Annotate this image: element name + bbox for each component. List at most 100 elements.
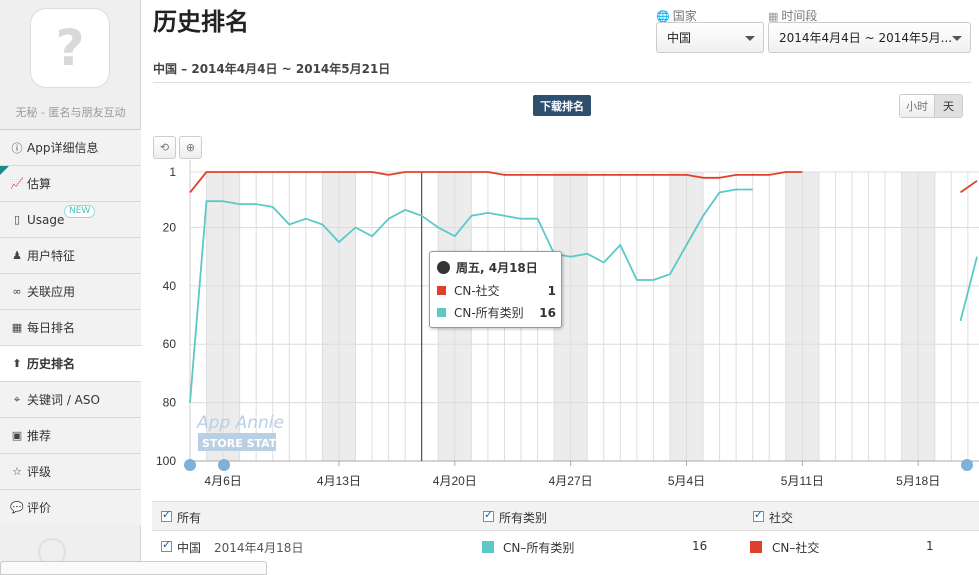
series-line-0 [189, 171, 803, 193]
sidebar-item-comment[interactable]: 💬 评价 [0, 489, 141, 525]
star-icon: ☆ [12, 465, 22, 478]
tooltip-series-value: 16 [539, 305, 556, 320]
sidebar-item-arrow-up[interactable]: ⬆ 历史排名 [0, 345, 151, 381]
sidebar-item-keyword[interactable]: ⌖ 关键词 / ASO [0, 381, 141, 417]
sidebar-item-calendar[interactable]: ▦ 每日排名 [0, 309, 141, 345]
sidebar-item-label: 关键词 / ASO [27, 393, 100, 407]
x-axis: 4月6日 4月13日 4月20日 4月27日 5月4日 5月11日 5月18日 [204, 461, 940, 488]
tooltip-swatch [437, 308, 446, 317]
legend-header-all: 所有 [177, 511, 202, 525]
arrow-up-icon: ⬆ [12, 357, 22, 370]
header-divider [153, 82, 971, 83]
social-swatch [750, 541, 762, 553]
x-tick-label: 5月4日 [668, 474, 705, 488]
sidebar-item-label: 评级 [27, 465, 52, 479]
zoom-in-icon[interactable]: ⊕ [179, 136, 202, 159]
legend-row-all-categories-name: CN–所有类别 [503, 541, 575, 555]
keyword-icon: ⌖ [13, 392, 21, 406]
sidebar-item-label: 关联应用 [27, 285, 76, 299]
sidebar: ? 无秘 - 匿名与朋友互动 ⓘ App详细信息 📈 估算 ▯ Usage NEW ♟ 用户特征… [0, 0, 151, 575]
chart-tooltip: 周五, 4月18日 CN-社交 1 CN-所有类别 16 [429, 251, 562, 328]
chevron-down-icon [952, 36, 962, 41]
page-subtitle: 中国 – 2014年4月4日 ~ 2014年5月21日 [153, 62, 391, 76]
globe-icon [437, 261, 450, 274]
undo-icon[interactable]: ⟲ [153, 136, 176, 159]
tooltip-row-all: CN-所有类别 16 [437, 304, 556, 321]
granularity-day-button[interactable]: 天 [934, 95, 962, 117]
info-icon: ⓘ [11, 141, 23, 155]
annotation-marker-icon [218, 459, 230, 471]
select-all-checkbox[interactable] [161, 508, 172, 522]
granularity-hour-button[interactable]: 小时 [900, 95, 934, 117]
featured-icon: ▣ [11, 429, 23, 442]
app-icon[interactable]: ? [30, 8, 110, 88]
app-name: 无秘 - 匿名与朋友互动 [15, 106, 126, 119]
legend-row-country: 中国 [177, 541, 202, 555]
sidebar-item-person[interactable]: ♟ 用户特征 [0, 237, 141, 273]
person-icon: ♟ [12, 249, 22, 262]
tooltip-series-value: 1 [547, 283, 556, 298]
legend-row-date: 2014年4月18日 [214, 541, 304, 555]
x-tick-label: 4月13日 [317, 474, 361, 488]
legend-header-all-categories: 所有类别 [499, 511, 548, 525]
sidebar-nav: ⓘ App详细信息 📈 估算 ▯ Usage NEW ♟ 用户特征 ∞ 关联应用 ▦ 每日排名 ⬆ 历史排名… [0, 129, 151, 525]
tooltip-swatch [437, 286, 446, 295]
x-tick-label: 5月11日 [781, 474, 824, 488]
page-title: 历史排名 [153, 8, 249, 36]
sidebar-item-label: 推荐 [27, 429, 52, 443]
link-icon: ∞ [12, 285, 22, 298]
ranking-chart[interactable]: 1 20 40 60 80 100 4月6日 4月13日 4月20日 4月27日 5月4日 5月11… [152, 160, 979, 495]
legend-row-all-categories-value: 16 [692, 539, 708, 553]
sidebar-item-info[interactable]: ⓘ App详细信息 [0, 129, 141, 165]
x-tick-label: 4月27日 [549, 474, 593, 488]
x-tick-label: 4月6日 [204, 474, 241, 488]
sidebar-item-label: 历史排名 [27, 357, 76, 371]
y-tick-label: 60 [163, 337, 177, 351]
social-checkbox[interactable] [753, 508, 764, 522]
legend-header-social: 社交 [769, 511, 794, 525]
comment-icon: 💬 [10, 501, 24, 514]
x-tick-label: 4月20日 [433, 474, 477, 488]
chart-line-icon: 📈 [10, 177, 24, 190]
country-row-checkbox[interactable] [161, 538, 172, 552]
country-select[interactable]: 中国 [656, 22, 764, 53]
y-tick-label: 40 [163, 279, 177, 293]
app-root: ? 无秘 - 匿名与朋友互动 ⓘ App详细信息 📈 估算 ▯ Usage NEW ♟ 用户特征… [0, 0, 979, 575]
watermark-line1: App Annie [196, 413, 284, 433]
series-line-0 [959, 180, 978, 194]
sidebar-item-label: 评价 [27, 501, 52, 515]
country-label-text: 国家 [672, 9, 697, 23]
sidebar-item-label: 用户特征 [27, 249, 76, 263]
legend-table: 所有 所有类别 社交 中国 2014年4月18日 CN–所有类别 16 CN–社… [152, 501, 979, 563]
sidebar-item-label: 估算 [27, 177, 52, 191]
annotation-marker-icon [961, 459, 973, 471]
granularity-toggle: 小时 天 [899, 94, 963, 118]
tooltip-series-name: CN-所有类别 [454, 306, 524, 320]
tooltip-series-name: CN-社交 [454, 284, 500, 298]
sidebar-item-phone-usage[interactable]: ▯ Usage NEW [0, 201, 141, 237]
chevron-down-icon [745, 36, 755, 41]
all-categories-checkbox[interactable] [483, 508, 494, 522]
y-tick-label: 1 [169, 165, 176, 179]
legend-row-social-value: 1 [926, 539, 934, 553]
annotation-marker-icon [184, 459, 196, 471]
tooltip-date: 周五, 4月18日 [437, 259, 538, 276]
y-tick-label: 80 [163, 396, 177, 410]
period-select-value: 2014年4月4日 ~ 2014年5月... [779, 31, 953, 45]
series-line-1 [959, 256, 978, 322]
tooltip-row-social: CN-社交 1 [437, 282, 556, 299]
period-select[interactable]: 2014年4月4日 ~ 2014年5月... [768, 22, 971, 53]
sidebar-item-star[interactable]: ☆ 评级 [0, 453, 141, 489]
sidebar-item-label: App详细信息 [27, 141, 99, 155]
sidebar-item-link[interactable]: ∞ 关联应用 [0, 273, 141, 309]
tooltip-date-text: 周五, 4月18日 [456, 261, 538, 275]
sidebar-item-chart-line[interactable]: 📈 估算 [0, 165, 141, 201]
watermark-line2: STORE STATS [202, 437, 284, 450]
chart-tools: ⟲ ⊕ [153, 136, 202, 159]
period-label-text: 时间段 [781, 9, 818, 23]
y-axis: 1 20 40 60 80 100 [156, 160, 191, 468]
corner-flag [0, 166, 9, 175]
download-rank-tab[interactable]: 下载排名 [533, 95, 591, 116]
sidebar-item-featured[interactable]: ▣ 推荐 [0, 417, 141, 453]
calendar-icon: ▦ [11, 321, 23, 334]
